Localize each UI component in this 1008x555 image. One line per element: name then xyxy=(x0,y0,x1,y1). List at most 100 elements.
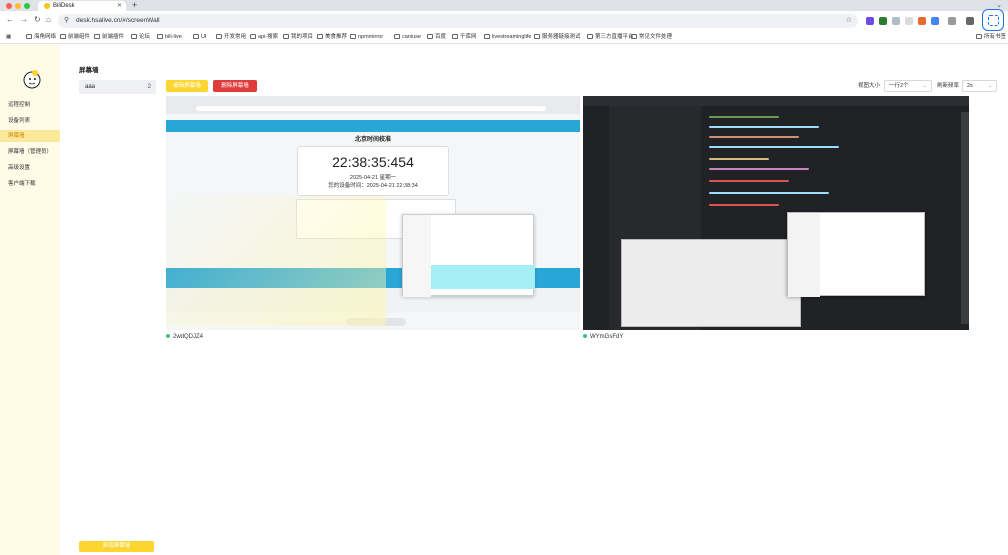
extension-icon[interactable] xyxy=(866,17,874,25)
preview-code-line xyxy=(709,168,809,170)
bookmark-item[interactable]: 开发常用 xyxy=(216,33,246,42)
bookmark-item[interactable]: 服务器链接测试 xyxy=(534,33,581,42)
refresh-rate-select[interactable]: 2s ⌄ xyxy=(962,80,997,92)
sidebar-item-client-download[interactable]: 客户端下载 xyxy=(0,178,60,190)
minimize-window-icon[interactable] xyxy=(15,3,21,9)
bookmark-item[interactable]: 前端组件 xyxy=(60,33,90,42)
bookmark-item[interactable]: livestreaminglife xyxy=(484,33,531,42)
preview-code-line xyxy=(709,136,799,138)
bookmark-item[interactable]: npmmirror xyxy=(350,33,383,42)
chevron-down-icon: ⌄ xyxy=(922,83,927,89)
extension-icon[interactable] xyxy=(918,17,926,25)
bookmark-item[interactable]: caniuse xyxy=(394,33,421,42)
all-bookmarks[interactable]: 所有书签 xyxy=(976,33,1006,42)
screen-wall-group-item[interactable]: aaa 2 xyxy=(79,80,156,94)
preview-code-line xyxy=(709,116,779,118)
preview-device-time: 您的设备时间：2025-04-21 22:38:34 xyxy=(328,183,418,189)
bookmarks-bar: ▦ 海角网络 前端组件 前端插件 论坛 bili-live UI 开发常用 ap… xyxy=(0,31,1008,44)
bookmark-item[interactable]: UI xyxy=(193,33,207,42)
preview-url-bar xyxy=(196,106,546,111)
browser-tab[interactable]: BiliDesk ✕ xyxy=(38,1,126,11)
sidebar-item-remote-control[interactable]: 远程控制 xyxy=(0,99,60,111)
bookmark-item[interactable]: api-搜索 xyxy=(250,33,278,42)
online-status-dot xyxy=(583,334,587,338)
tab-title: BiliDesk xyxy=(53,3,75,9)
preview-dialog xyxy=(787,212,925,297)
app-sidebar: 远程控制 设备列表 屏幕墙 屏幕墙（管理员） 高级设置 客户端下载 xyxy=(0,44,60,555)
preview-code-line xyxy=(709,192,829,194)
favicon-icon xyxy=(44,3,50,9)
preview-code-line xyxy=(709,146,839,148)
preview-dialog-sidebar xyxy=(788,213,820,297)
preview-site-header xyxy=(166,120,580,132)
apps-grid-icon[interactable]: ▦ xyxy=(6,33,11,42)
bookmark-item[interactable]: 海角网络 xyxy=(26,33,56,42)
bookmark-star-icon[interactable]: ☆ xyxy=(846,16,852,26)
new-tab-icon[interactable]: + xyxy=(132,0,137,10)
extensions-puzzle-icon[interactable] xyxy=(948,17,956,25)
preview-dock xyxy=(961,112,969,324)
device-id: 2wdQDJZ4 xyxy=(173,334,204,340)
sidebar-item-screen-wall[interactable]: 屏幕墙 xyxy=(0,130,60,142)
extension-icon[interactable] xyxy=(931,17,939,25)
add-screen-wall-button[interactable]: 新增屏幕墙 xyxy=(79,541,154,552)
group-name: aaa xyxy=(85,84,96,90)
download-icon[interactable] xyxy=(966,17,974,25)
extension-icon[interactable] xyxy=(905,17,913,25)
preview-table-window xyxy=(621,239,801,327)
bookmark-item[interactable]: 我的项目 xyxy=(283,33,313,42)
online-status-dot xyxy=(166,334,170,338)
edit-screen-wall-button[interactable]: 编辑屏幕墙 xyxy=(166,80,208,92)
bookmark-item[interactable]: 第三方直播平台 xyxy=(587,33,634,42)
preview-dialog xyxy=(402,214,535,297)
preview-code-line xyxy=(709,126,819,128)
delete-screen-wall-button[interactable]: 删除屏幕墙 xyxy=(213,80,257,92)
reload-icon[interactable]: ↻ xyxy=(34,15,41,25)
view-size-value: 一行2个 xyxy=(889,83,909,89)
address-bar[interactable]: ⚲ desk.hsalive.cn/#/screenWall ☆ xyxy=(58,14,858,28)
bookmark-item[interactable]: 百度 xyxy=(427,33,446,42)
device-screen-tile[interactable]: 北京时间校准 22:38:35:454 2025-04-21 星期一 您的设备时… xyxy=(166,96,580,330)
sidebar-item-screen-wall-admin[interactable]: 屏幕墙（管理员） xyxy=(0,146,60,158)
main-content: 屏幕墙 aaa 2 编辑屏幕墙 删除屏幕墙 视图大小 一行2个 ⌄ 刷新频率 2… xyxy=(60,44,1008,555)
site-info-icon[interactable]: ⚲ xyxy=(64,16,69,26)
device-id: WYmGsFdY xyxy=(590,334,624,340)
url-text: desk.hsalive.cn/#/screenWall xyxy=(76,17,160,24)
browser-toolbar: ← → ↻ ⌂ ⚲ desk.hsalive.cn/#/screenWall ☆ xyxy=(0,11,1008,31)
preview-code-line xyxy=(709,180,789,182)
bookmark-item[interactable]: 千库网 xyxy=(452,33,477,42)
device-id-label: WYmGsFdY xyxy=(583,333,623,341)
browser-tab-strip: BiliDesk ✕ + ⌄ xyxy=(0,0,1008,11)
sidebar-item-advanced-settings[interactable]: 高级设置 xyxy=(0,162,60,174)
back-icon[interactable]: ← xyxy=(6,15,14,25)
bookmark-item[interactable]: 常见文件处理 xyxy=(631,33,672,42)
page-title: 屏幕墙 xyxy=(79,67,99,74)
preview-code-line xyxy=(709,204,779,206)
preview-heading: 北京时间校准 xyxy=(354,137,391,143)
bookmark-item[interactable]: 前端插件 xyxy=(94,33,124,42)
preview-browser-bar xyxy=(166,96,580,114)
group-count: 2 xyxy=(147,84,151,90)
app-logo xyxy=(23,70,41,89)
maximize-window-icon[interactable] xyxy=(24,3,30,9)
view-size-label: 视图大小 xyxy=(858,83,881,89)
sidebar-item-device-list[interactable]: 设备列表 xyxy=(0,115,60,127)
tab-close-icon[interactable]: ✕ xyxy=(117,2,122,10)
close-window-icon[interactable] xyxy=(6,3,12,9)
refresh-rate-value: 2s xyxy=(967,83,973,89)
screen-capture-icon[interactable] xyxy=(982,9,1004,31)
bookmark-item[interactable]: bili-live xyxy=(157,33,182,42)
preview-time: 22:38:35:454 xyxy=(332,154,414,170)
home-icon[interactable]: ⌂ xyxy=(46,15,51,25)
preview-menu-bar xyxy=(583,96,969,106)
bookmark-item[interactable]: 美食推荐 xyxy=(317,33,347,42)
extension-icon[interactable] xyxy=(892,17,900,25)
device-screen-tile[interactable] xyxy=(583,96,969,330)
preview-dialog-highlight xyxy=(431,265,535,289)
forward-icon[interactable]: → xyxy=(20,15,28,25)
preview-code-line xyxy=(709,158,769,160)
view-size-select[interactable]: 一行2个 ⌄ xyxy=(884,80,932,92)
preview-overlay xyxy=(166,196,386,326)
bookmark-item[interactable]: 论坛 xyxy=(131,33,150,42)
extension-icon[interactable] xyxy=(879,17,887,25)
